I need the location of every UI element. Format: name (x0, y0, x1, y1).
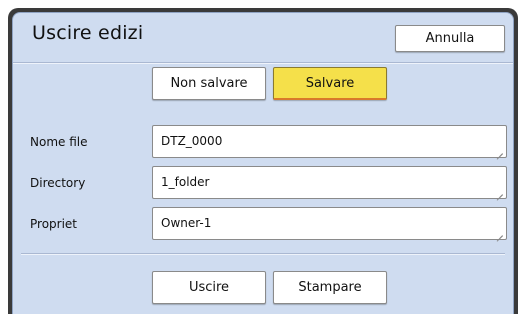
owner-value: Owner-1 (161, 216, 212, 230)
print-button[interactable]: Stampare (273, 271, 387, 304)
exit-button[interactable]: Uscire (152, 271, 266, 304)
exit-edit-dialog: Uscire edizi Annulla Non salvare Salvare… (12, 12, 514, 314)
resize-grip-icon (497, 148, 503, 154)
owner-label: Propriet (30, 217, 78, 231)
directory-value: 1_folder (161, 175, 210, 189)
resize-grip-icon (497, 189, 503, 195)
footer-divider (21, 253, 505, 254)
directory-field[interactable]: 1_folder (152, 166, 507, 199)
file-name-field[interactable]: DTZ_0000 (152, 125, 507, 158)
save-button[interactable]: Salvare (273, 67, 387, 100)
file-name-value: DTZ_0000 (161, 134, 223, 148)
dialog-title: Uscire edizi (32, 22, 144, 44)
directory-label: Directory (30, 176, 86, 190)
owner-field[interactable]: Owner-1 (152, 207, 507, 240)
cancel-button[interactable]: Annulla (395, 25, 505, 52)
header-divider (13, 62, 513, 63)
resize-grip-icon (497, 230, 503, 236)
no-save-button[interactable]: Non salvare (152, 67, 266, 100)
file-name-label: Nome file (30, 135, 88, 149)
